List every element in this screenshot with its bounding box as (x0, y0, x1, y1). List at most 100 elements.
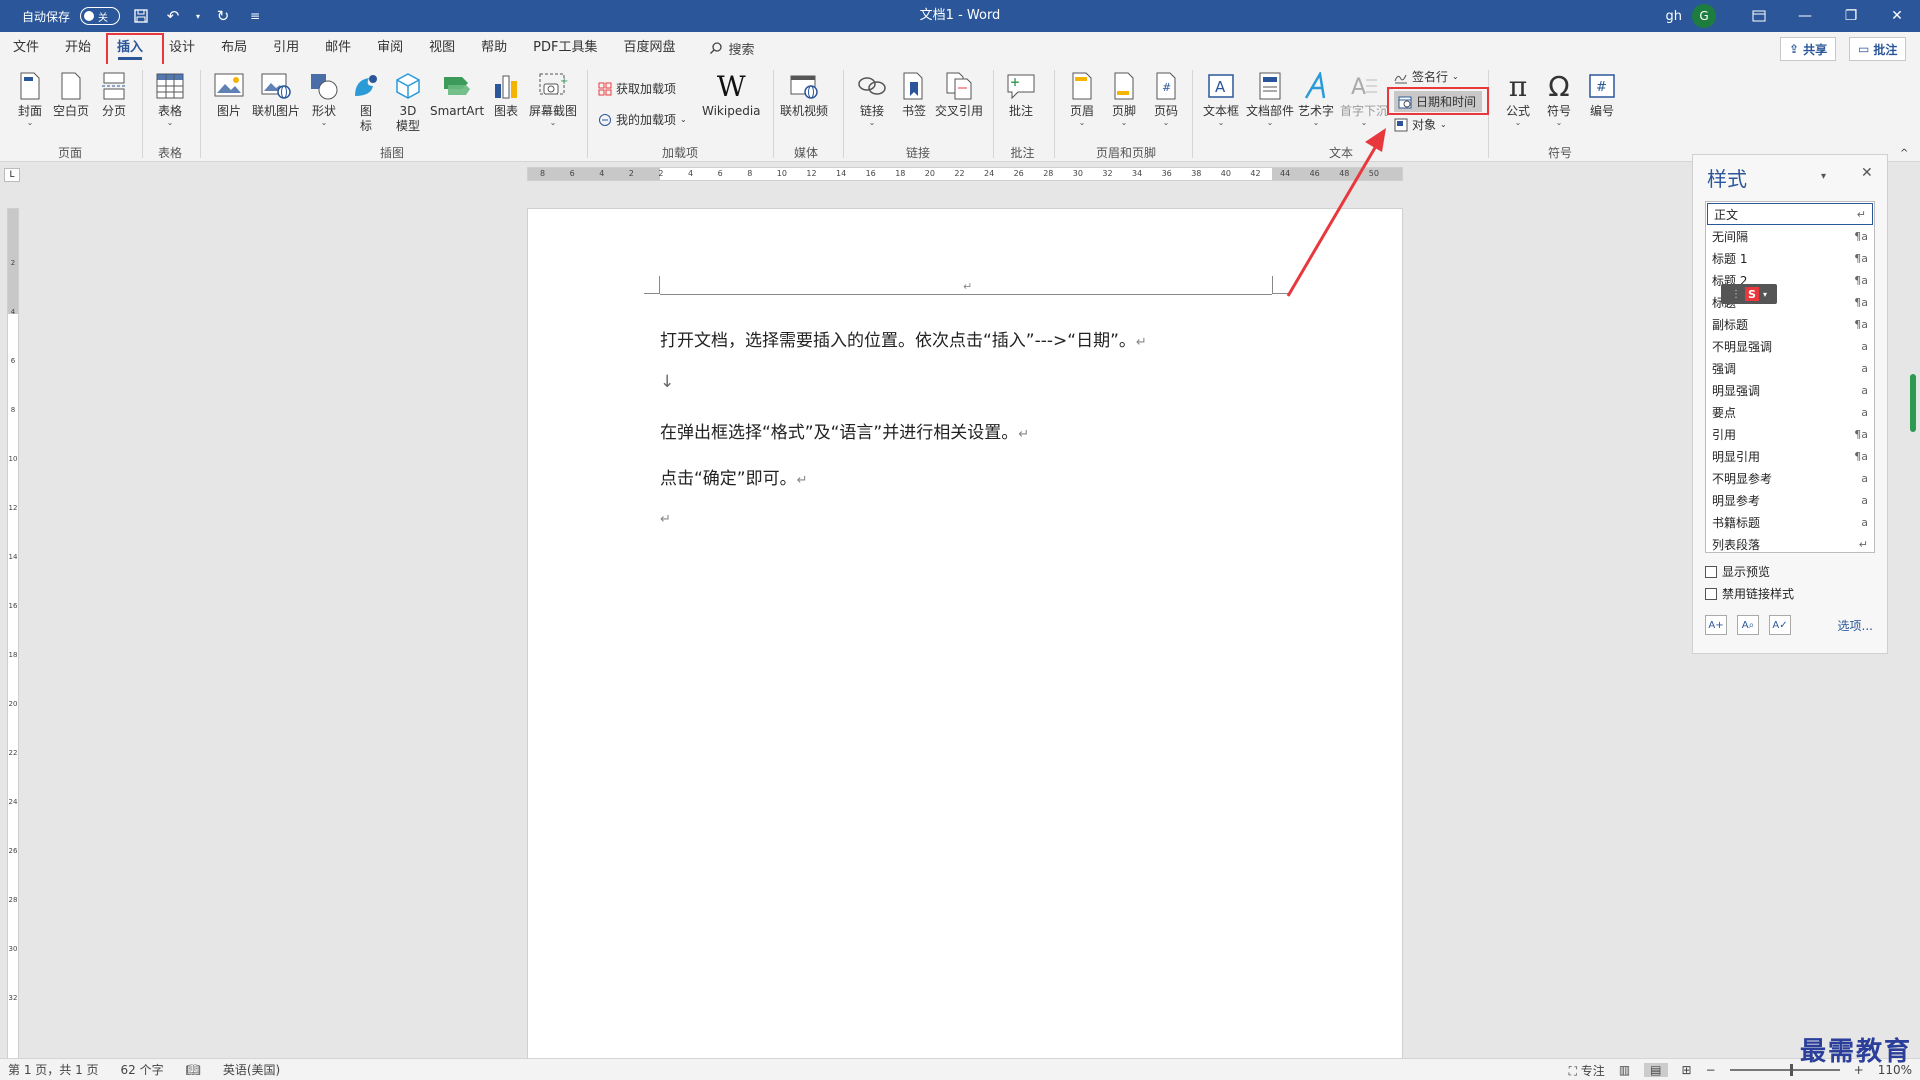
tab-layout[interactable]: 布局 (208, 32, 260, 64)
page-break-button[interactable]: 分页 (98, 70, 130, 119)
paragraph-4[interactable]: 点击“确定”即可。↵ (660, 464, 808, 489)
style-item[interactable]: 不明显强调 a (1706, 336, 1874, 358)
avatar[interactable]: G (1692, 4, 1716, 28)
customize-toolbar-icon[interactable]: ≡ (244, 5, 266, 27)
tab-mailings[interactable]: 邮件 (312, 32, 364, 64)
style-item[interactable]: 不明显参考 a (1706, 468, 1874, 490)
signature-line-button[interactable]: 签名行 ⌄ (1394, 68, 1459, 85)
vertical-ruler[interactable]: 2 4 6 8 10 12 14 16 18 20 22 24 26 28 30 32 (7, 208, 19, 1060)
table-button[interactable]: 表格 ⌄ (154, 70, 186, 127)
online-picture-button[interactable]: 联机图片 (252, 70, 300, 119)
header-button[interactable]: 页眉 ⌄ (1066, 70, 1098, 127)
equation-button[interactable]: π 公式 ⌄ (1502, 70, 1534, 127)
new-comment-button[interactable]: + 批注 (1005, 70, 1037, 119)
style-item[interactable]: 明显强调 a (1706, 380, 1874, 402)
focus-mode-button[interactable]: ⛶ 专注 (1569, 1062, 1605, 1079)
paragraph-1[interactable]: 打开文档，选择需要插入的位置。依次点击“插入”--->“日期”。↵ (660, 326, 1147, 351)
style-item[interactable]: 副标题 ¶a (1706, 314, 1874, 336)
online-video-button[interactable]: 联机视频 (780, 70, 828, 119)
style-item[interactable]: 标题 1 ¶a (1706, 248, 1874, 270)
shapes-button[interactable]: 形状 ⌄ (308, 70, 340, 127)
object-button[interactable]: 对象 ⌄ (1394, 116, 1447, 133)
get-addins-button[interactable]: 获取加载项 (598, 80, 676, 97)
style-item[interactable]: 引用 ¶a (1706, 424, 1874, 446)
manage-styles-icon[interactable]: A✓ (1769, 615, 1791, 635)
style-inspector-icon[interactable]: A⌕ (1737, 615, 1759, 635)
new-style-icon[interactable]: A+ (1705, 615, 1727, 635)
tab-file[interactable]: 文件 (0, 32, 52, 64)
vertical-scrollbar-thumb[interactable] (1910, 374, 1916, 432)
tab-home[interactable]: 开始 (52, 32, 104, 64)
save-icon[interactable] (130, 5, 152, 27)
undo-dropdown-icon[interactable]: ▾ (194, 5, 202, 27)
ime-toolbar[interactable]: ⋮ S ▾ (1721, 284, 1777, 304)
style-item[interactable]: 正文 ↵ (1707, 203, 1873, 225)
number-button[interactable]: # 编号 (1586, 70, 1618, 119)
footer-button[interactable]: 页脚 ⌄ (1108, 70, 1140, 127)
show-preview-checkbox[interactable]: 显示预览 (1705, 563, 1770, 580)
undo-icon[interactable]: ↶ (162, 5, 184, 27)
style-item[interactable]: 无间隔 ¶a (1706, 226, 1874, 248)
zoom-out-icon[interactable]: − (1706, 1063, 1716, 1077)
my-addins-button[interactable]: 我的加载项 ⌄ (598, 111, 687, 128)
cross-reference-button[interactable]: 交叉引用 (935, 70, 983, 119)
autosave-toggle[interactable]: 关 (80, 7, 121, 25)
paragraph-3[interactable]: 在弹出框选择“格式”及“语言”并进行相关设置。↵ (660, 418, 1029, 443)
drop-cap-button[interactable]: A 首字下沉 ⌄ (1340, 70, 1388, 127)
quick-parts-button[interactable]: 文档部件 ⌄ (1246, 70, 1294, 127)
tab-references[interactable]: 引用 (260, 32, 312, 64)
tab-review[interactable]: 审阅 (364, 32, 416, 64)
restore-icon[interactable]: ❐ (1828, 0, 1874, 32)
bookmark-button[interactable]: 书签 (898, 70, 930, 119)
screenshot-button[interactable]: + 屏幕截图 ⌄ (529, 70, 577, 127)
style-item[interactable]: 强调 a (1706, 358, 1874, 380)
chart-button[interactable]: 图表 (490, 70, 522, 119)
search-box[interactable]: 搜索 (709, 39, 755, 58)
horizontal-ruler[interactable]: 8 6 4 2 2 4 6 8 10 12 14 16 18 20 22 24 26 28 30 32 34 36 38 40… (527, 167, 1403, 181)
close-pane-icon[interactable]: ✕ (1861, 165, 1873, 181)
wikipedia-button[interactable]: W Wikipedia (702, 70, 761, 119)
style-item[interactable]: 明显引用 ¶a (1706, 446, 1874, 468)
link-button[interactable]: 链接 ⌄ (856, 70, 888, 127)
zoom-slider[interactable] (1729, 1064, 1840, 1076)
pane-options-icon[interactable]: ▾ (1821, 171, 1826, 182)
close-icon[interactable]: ✕ (1874, 0, 1920, 32)
blank-page-button[interactable]: 空白页 (53, 70, 89, 119)
style-item[interactable]: 要点 a (1706, 402, 1874, 424)
print-layout-icon[interactable]: ▤ (1644, 1063, 1668, 1077)
paragraph-2[interactable]: ↓ (660, 372, 674, 392)
language-indicator[interactable]: 英语(美国) (223, 1061, 280, 1078)
user-name[interactable]: gh (1666, 9, 1683, 24)
wordart-button[interactable]: 艺术字 ⌄ (1298, 70, 1334, 127)
cover-page-button[interactable]: 封面 ⌄ (14, 70, 46, 127)
redo-icon[interactable]: ↻ (212, 5, 234, 27)
share-button[interactable]: ⇪ 共享 (1780, 37, 1837, 61)
proofing-icon[interactable]: 📖︎ (186, 1063, 201, 1077)
tab-view[interactable]: 视图 (416, 32, 468, 64)
smartart-button[interactable]: SmartArt (430, 70, 484, 119)
3d-models-button[interactable]: 3D 模型 (392, 70, 424, 134)
textbox-button[interactable]: A 文本框 ⌄ (1203, 70, 1239, 127)
icons-button[interactable]: 图标 (350, 70, 382, 134)
tab-help[interactable]: 帮助 (468, 32, 520, 64)
word-count[interactable]: 62 个字 (121, 1061, 164, 1078)
symbol-button[interactable]: Ω 符号 ⌄ (1543, 70, 1575, 127)
comments-button[interactable]: ▭ 批注 (1849, 37, 1907, 61)
styles-options-link[interactable]: 选项... (1838, 617, 1873, 634)
ribbon-display-icon[interactable] (1736, 0, 1782, 32)
page-count[interactable]: 第 1 页，共 1 页 (8, 1061, 99, 1078)
tab-baidu-netdisk[interactable]: 百度网盘 (610, 32, 688, 64)
collapse-ribbon-icon[interactable]: ^ (1900, 148, 1908, 159)
disable-linked-styles-checkbox[interactable]: 禁用链接样式 (1705, 585, 1794, 602)
minimize-icon[interactable]: — (1782, 0, 1828, 32)
paragraph-5-empty[interactable]: ↵ (660, 512, 671, 527)
tab-selector[interactable]: L (4, 168, 20, 182)
style-item[interactable]: 书籍标题 a (1706, 512, 1874, 534)
picture-button[interactable]: 图片 (213, 70, 245, 119)
style-item[interactable]: 明显参考 a (1706, 490, 1874, 512)
read-mode-icon[interactable]: ▥ (1619, 1063, 1630, 1077)
style-item[interactable]: 列表段落 ↵ (1706, 534, 1874, 556)
page-number-button[interactable]: # 页码 ⌄ (1150, 70, 1182, 127)
tab-pdf-tools[interactable]: PDF工具集 (520, 32, 610, 64)
web-layout-icon[interactable]: ⊞ (1682, 1063, 1692, 1077)
